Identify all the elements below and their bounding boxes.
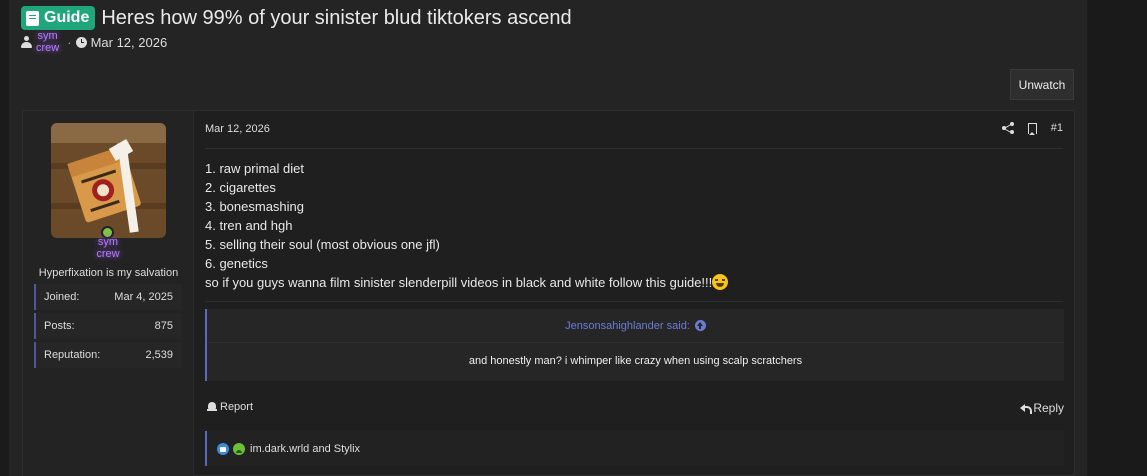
post-author-column: sym crew Hyperfixation is my salvation J… (23, 111, 194, 476)
quote-block: Jensonsahighlander said: and honestly ma… (205, 309, 1064, 381)
laughing-emoji-icon (712, 274, 729, 290)
share-icon[interactable] (1001, 122, 1014, 134)
stat-value: 875 (154, 320, 173, 332)
quote-text: and honestly man? i whimper like crazy w… (468, 355, 803, 367)
post-1: sym crew Hyperfixation is my salvation J… (22, 110, 1075, 476)
stat-value: Mar 4, 2025 (114, 291, 173, 303)
stat-label: Reputation: (44, 349, 101, 361)
closing-text: so if you guys wanna film sinister slend… (205, 275, 713, 290)
stat-label: Joined: (44, 291, 80, 303)
stat-joined: Joined: Mar 4, 2025 (34, 284, 182, 310)
list-item: 2. cigarettes (205, 180, 276, 195)
thread-title-row: Guide Heres how 99% of your sinister blu… (21, 6, 572, 30)
guide-badge[interactable]: Guide (21, 6, 96, 30)
stat-label: Posts: (44, 320, 75, 332)
report-button[interactable]: Report (207, 401, 253, 413)
list-item: 1. raw primal diet (205, 161, 304, 176)
post-content: Mar 12, 2026 #1 1. raw primal diet 2. ci… (195, 111, 1075, 476)
post-body: 1. raw primal diet 2. cigarettes 3. bone… (205, 159, 729, 292)
user-icon (21, 36, 32, 48)
bell-icon (207, 402, 217, 412)
thread-meta: sym crew · Mar 12, 2026 (21, 30, 167, 54)
sick-reaction-icon (233, 442, 245, 455)
post-author-line2: crew (96, 248, 120, 260)
reactions-bar[interactable]: im.dark.wrld and Stylix (205, 431, 1064, 466)
clock-icon (75, 36, 87, 48)
thread-author-link[interactable]: sym crew (36, 30, 59, 54)
list-item: 4. tren and hgh (205, 218, 293, 233)
arrow-up-circle-icon[interactable] (694, 320, 706, 331)
post-date[interactable]: Mar 12, 2026 (205, 123, 270, 135)
thread-date[interactable]: Mar 12, 2026 (91, 35, 168, 50)
post-actions: #1 (1001, 122, 1063, 135)
unwatch-button[interactable]: Unwatch (1010, 69, 1074, 100)
reply-label: Reply (1033, 401, 1064, 415)
post-number[interactable]: #1 (1051, 122, 1063, 134)
user-title: Hyperfixation is my salvation (38, 267, 179, 279)
like-reaction-icon (217, 442, 229, 455)
avatar-image (51, 123, 166, 238)
reply-button[interactable]: Reply (1020, 401, 1064, 415)
reply-arrow-icon (1020, 403, 1033, 414)
list-item: 3. bonesmashing (205, 199, 305, 214)
post-author-name[interactable]: sym crew (85, 236, 131, 260)
list-item: 6. genetics (205, 256, 268, 271)
meta-separator: · (67, 34, 72, 50)
closing-line: so if you guys wanna film sinister slend… (205, 273, 729, 292)
thread-title: Heres how 99% of your sinister blud tikt… (101, 6, 572, 29)
report-label: Report (220, 401, 254, 413)
reactions-users[interactable]: im.dark.wrld and Stylix (250, 443, 360, 455)
quote-author: Jensonsahighlander said: (565, 319, 690, 332)
bookmark-icon[interactable] (1027, 122, 1037, 135)
stat-posts: Posts: 875 (34, 313, 182, 339)
stat-reputation: Reputation: 2,539 (34, 342, 182, 368)
post-author-line1: sym (97, 236, 119, 248)
book-icon (26, 10, 39, 26)
list-item: 5. selling their soul (most obvious one … (205, 237, 440, 252)
author-stats: Joined: Mar 4, 2025 Posts: 875 Reputatio… (34, 284, 182, 371)
right-margin (1087, 0, 1147, 476)
avatar[interactable] (51, 123, 166, 238)
header-divider (205, 148, 1063, 149)
body-divider (205, 301, 1063, 302)
stat-value: 2,539 (145, 349, 173, 361)
quote-header[interactable]: Jensonsahighlander said: (207, 309, 1064, 343)
author-name-line1: sym (37, 30, 58, 42)
author-name-line2: crew (36, 42, 60, 54)
guide-badge-label: Guide (44, 9, 90, 26)
